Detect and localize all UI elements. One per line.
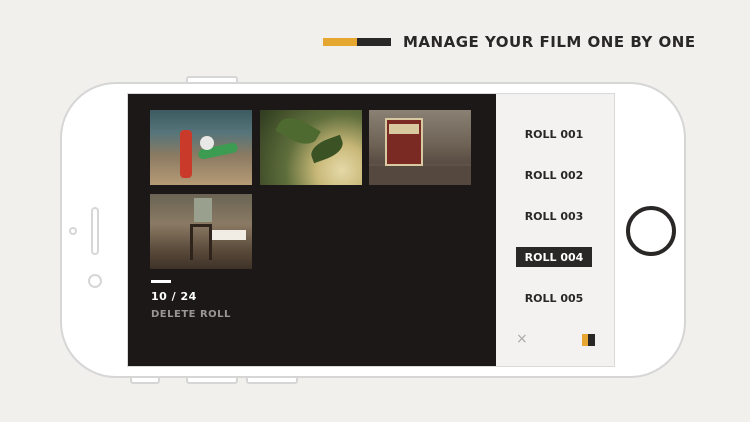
roll-label: ROLL 003 bbox=[524, 209, 584, 223]
roll-item-002[interactable]: ROLL 002 bbox=[516, 165, 592, 185]
roll-list-panel: ROLL 001 ROLL 002 ROLL 003 ROLL 004 ROLL… bbox=[496, 94, 614, 366]
roll-item-005[interactable]: ROLL 005 bbox=[516, 288, 592, 308]
home-button[interactable] bbox=[626, 206, 676, 256]
roll-item-001[interactable]: ROLL 001 bbox=[516, 124, 592, 144]
brand-bar-dark bbox=[357, 38, 391, 46]
phone-camera bbox=[88, 274, 102, 288]
roll-label: ROLL 002 bbox=[524, 168, 584, 182]
progress-indicator bbox=[151, 280, 171, 283]
photo-thumbnail-3[interactable] bbox=[369, 110, 471, 185]
roll-item-003[interactable]: ROLL 003 bbox=[516, 206, 592, 226]
phone-speaker bbox=[91, 207, 99, 255]
headline-text: MANAGE YOUR FILM ONE BY ONE bbox=[403, 33, 696, 51]
roll-label: ROLL 001 bbox=[524, 127, 584, 141]
close-icon[interactable]: × bbox=[516, 332, 528, 346]
brand-bar-orange bbox=[323, 38, 357, 46]
photo-thumbnail-2[interactable] bbox=[260, 110, 362, 185]
phone-screen: 10 / 24 DELETE ROLL ROLL 001 ROLL 002 RO… bbox=[127, 93, 615, 367]
delete-roll-button[interactable]: DELETE ROLL bbox=[151, 309, 231, 320]
photo-thumbnail-1[interactable] bbox=[150, 110, 252, 185]
photo-thumbnail-4[interactable] bbox=[150, 194, 252, 269]
photo-count: 10 / 24 bbox=[151, 290, 197, 303]
brand-logo-icon bbox=[582, 334, 595, 346]
gallery-panel: 10 / 24 DELETE ROLL bbox=[128, 94, 496, 366]
roll-label: ROLL 004 bbox=[524, 250, 584, 264]
phone-sensor bbox=[69, 227, 77, 235]
roll-label: ROLL 005 bbox=[524, 291, 584, 305]
roll-item-004[interactable]: ROLL 004 bbox=[516, 247, 592, 267]
headline: MANAGE YOUR FILM ONE BY ONE bbox=[323, 30, 696, 54]
